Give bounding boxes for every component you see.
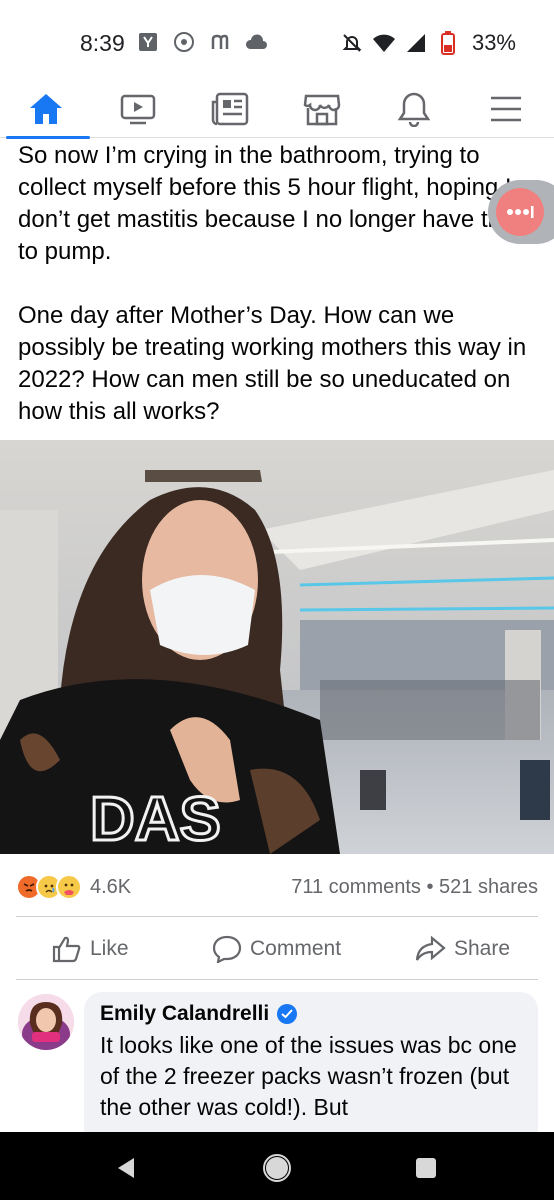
mute-icon — [340, 31, 364, 55]
post-paragraph: So now I’m crying in the bathroom, tryin… — [18, 142, 527, 265]
shirt-text: DAS — [90, 785, 221, 854]
share-icon — [415, 935, 446, 961]
more-dots-icon — [496, 188, 544, 236]
tab-news[interactable] — [186, 80, 274, 138]
app-n-icon — [208, 30, 232, 54]
cell-signal-icon — [404, 31, 428, 55]
reactions-summary[interactable]: 4.6K 711 comments • 521 shares — [16, 872, 538, 902]
comment-author-row: Emily Calandrelli — [100, 1002, 522, 1026]
news-icon — [211, 92, 249, 126]
tab-video[interactable] — [94, 80, 182, 138]
marketplace-icon — [303, 94, 341, 126]
verified-badge-icon — [277, 1004, 298, 1024]
status-system-icons: 33% — [340, 30, 516, 56]
status-notification-icons — [136, 30, 268, 54]
reaction-emojis — [16, 874, 82, 900]
tab-home[interactable] — [2, 80, 90, 139]
status-time: 8:39 — [80, 30, 125, 56]
system-navigation-bar — [0, 1132, 554, 1200]
cloud-icon — [244, 30, 268, 54]
comment-icon — [212, 935, 242, 963]
home-button[interactable] — [259, 1150, 295, 1186]
home-icon — [30, 94, 62, 124]
comment-text: It looks like one of the issues was bc o… — [100, 1032, 517, 1120]
active-tab-indicator — [6, 136, 90, 139]
tab-menu[interactable] — [462, 80, 550, 138]
post-body: So now I’m crying in the bathroom, tryin… — [18, 140, 528, 460]
bell-icon — [397, 92, 431, 127]
post-actions: Like Comment Share — [0, 920, 554, 978]
like-label: Like — [90, 937, 129, 960]
notification-app-icon — [136, 30, 160, 54]
comment-bubble: Emily Calandrelli It looks like one of t… — [84, 992, 538, 1152]
status-bar: 8:39 33% — [0, 0, 554, 80]
back-triangle-icon — [118, 1158, 134, 1178]
menu-icon — [491, 96, 521, 122]
comments-shares-count[interactable]: 711 comments • 521 shares — [291, 876, 538, 899]
like-button[interactable]: Like — [52, 920, 129, 978]
wifi-icon — [372, 31, 396, 55]
home-circle-icon — [263, 1154, 291, 1182]
comment-author-name[interactable]: Emily Calandrelli — [100, 1002, 269, 1026]
share-button[interactable]: Share — [414, 920, 510, 978]
share-label: Share — [454, 937, 511, 960]
thumbs-up-icon — [52, 936, 81, 963]
post-paragraph: One day after Mother’s Day. How can we p… — [18, 302, 527, 425]
back-button[interactable] — [108, 1150, 144, 1186]
avatar[interactable] — [18, 994, 74, 1050]
flower-icon — [172, 30, 196, 54]
recents-square-icon — [416, 1158, 436, 1178]
top-navigation — [0, 80, 554, 139]
tab-marketplace[interactable] — [278, 80, 366, 138]
video-icon — [120, 94, 156, 125]
divider — [16, 916, 538, 917]
divider — [16, 979, 538, 980]
post-photo[interactable]: DAS — [0, 440, 554, 854]
care-reaction-icon — [56, 874, 82, 900]
reaction-count: 4.6K — [90, 876, 132, 898]
comment-button[interactable]: Comment — [212, 920, 341, 978]
floating-chat-head[interactable] — [488, 180, 554, 244]
recents-button[interactable] — [408, 1150, 444, 1186]
battery-icon — [436, 31, 460, 55]
battery-percent: 33% — [471, 30, 516, 55]
comment-label: Comment — [250, 937, 342, 960]
tab-notifications[interactable] — [370, 80, 458, 138]
